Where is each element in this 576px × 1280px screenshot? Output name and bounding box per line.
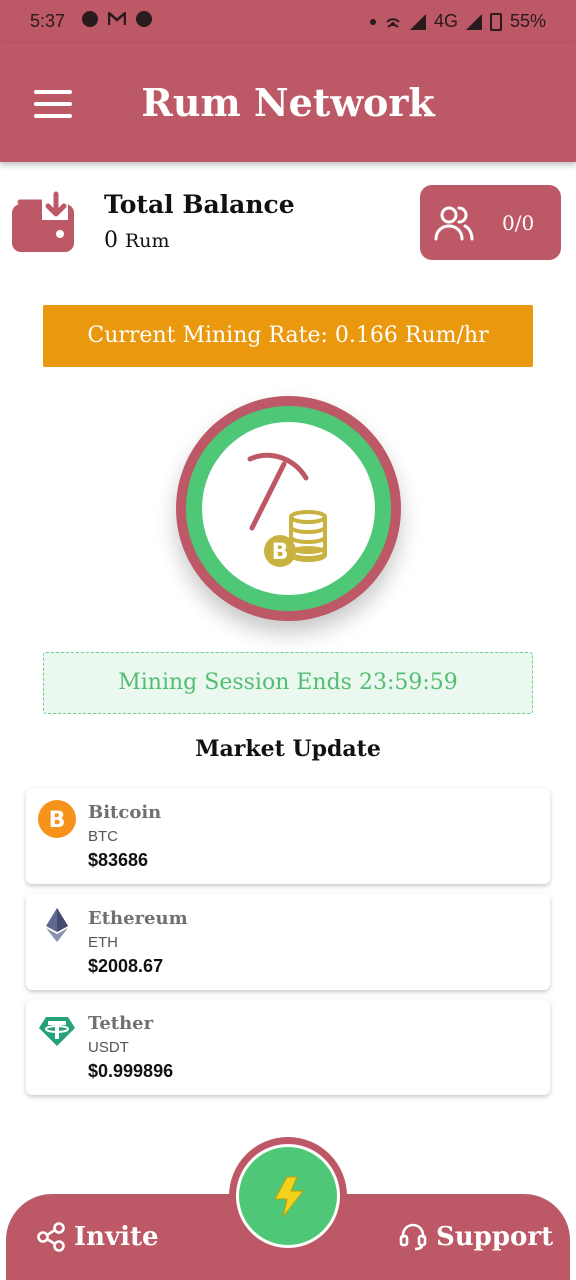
- bitcoin-icon: B: [38, 800, 76, 838]
- signal-icon: [409, 13, 426, 30]
- mining-progress-ring: B: [186, 406, 391, 611]
- team-button[interactable]: 0/0: [420, 185, 561, 260]
- invite-button[interactable]: Invite: [36, 1222, 159, 1252]
- app-bar: Rum Network: [0, 44, 576, 162]
- page-title: Rum Network: [141, 80, 435, 125]
- coin-price: $83686: [88, 850, 149, 870]
- ethereum-icon: [46, 908, 68, 942]
- market-card-ethereum[interactable]: Ethereum ETH $2008.67: [26, 894, 550, 990]
- balance-unit: Rum: [125, 230, 170, 252]
- app-notification-icon: [82, 11, 98, 27]
- lightning-icon: [274, 1176, 305, 1218]
- battery-level: 55%: [509, 11, 546, 31]
- share-icon: [37, 1222, 65, 1252]
- total-balance-label: Total Balance: [104, 190, 295, 219]
- signal-icon: [465, 13, 482, 30]
- dot-icon: [369, 18, 376, 25]
- pickaxe-coins-icon: B: [247, 452, 327, 567]
- coin-name: Tether: [88, 1013, 154, 1034]
- status-indicators: 4G 55%: [369, 11, 546, 32]
- battery-icon: [489, 12, 502, 31]
- coin-name: Bitcoin: [88, 802, 162, 823]
- mining-button-inner: B: [202, 422, 375, 595]
- mining-session-timer: Mining Session Ends 23:59:59: [43, 652, 533, 714]
- team-count: 0/0: [502, 211, 535, 235]
- svg-text:B: B: [272, 540, 289, 565]
- support-button[interactable]: Support: [398, 1222, 553, 1252]
- network-type: 4G: [433, 11, 458, 31]
- coin-symbol: BTC: [88, 828, 118, 845]
- status-time: 5:37: [30, 11, 66, 31]
- users-icon: [434, 206, 474, 241]
- mining-rate-banner: Current Mining Rate: 0.166 Rum/hr: [43, 305, 533, 367]
- start-mining-button[interactable]: B: [176, 396, 401, 621]
- market-card-bitcoin[interactable]: B Bitcoin BTC $83686: [26, 788, 550, 884]
- balance-amount: 0: [104, 228, 118, 253]
- support-label: Support: [436, 1222, 554, 1252]
- tether-icon: [39, 1017, 75, 1046]
- coin-symbol: USDT: [88, 1039, 129, 1056]
- total-balance-value: 0 Rum: [104, 228, 170, 253]
- coin-price: $0.999896: [88, 1061, 174, 1081]
- coin-name: Ethereum: [88, 908, 188, 929]
- market-card-tether[interactable]: Tether USDT $0.999896: [26, 999, 550, 1095]
- headset-icon: [399, 1223, 427, 1251]
- market-update-heading: Market Update: [195, 736, 381, 762]
- notification-icons: [82, 11, 152, 27]
- hotspot-icon: [384, 17, 402, 31]
- invite-label: Invite: [74, 1222, 159, 1252]
- coin-symbol: ETH: [88, 934, 118, 951]
- gmail-icon: [108, 12, 126, 25]
- boost-button[interactable]: [236, 1144, 340, 1248]
- app-notification-icon: [136, 11, 152, 27]
- status-bar: 5:37 4G 55%: [0, 0, 576, 44]
- wallet-download-icon: [12, 190, 74, 252]
- svg-text:B: B: [49, 808, 66, 833]
- coin-price: $2008.67: [88, 956, 164, 976]
